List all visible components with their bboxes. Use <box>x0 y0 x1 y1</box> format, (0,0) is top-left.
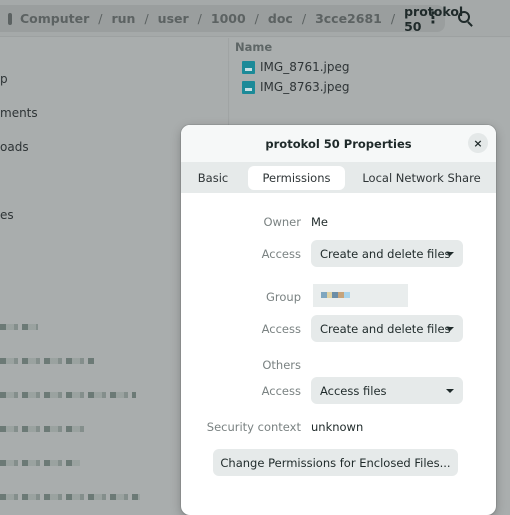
drive-icon <box>8 12 12 25</box>
crumb-user[interactable]: user <box>158 11 189 26</box>
file-name: IMG_8761.jpeg <box>260 60 350 74</box>
header-bar: Computer / run / user/ 1000/ doc/ 3cce2681… <box>0 0 510 37</box>
group-access-label: Access <box>261 322 301 336</box>
properties-dialog: protokol 50 Properties × Basic Permissio… <box>181 125 496 515</box>
dropdown-arrow-icon <box>446 252 454 256</box>
dropdown-arrow-icon <box>446 389 454 393</box>
tab-bar: Basic Permissions Local Network Share <box>181 162 496 193</box>
owner-access-label: Access <box>261 247 301 261</box>
owner-value: Me <box>311 215 328 229</box>
redacted-item[interactable] <box>0 324 38 330</box>
group-selector-redacted[interactable] <box>313 284 408 307</box>
dropdown-arrow-icon <box>446 327 454 331</box>
crumb-1000[interactable]: 1000 <box>211 11 246 26</box>
breadcrumb: Computer / run / user/ 1000/ doc/ 3cce2681… <box>0 4 463 34</box>
tab-local-network-share[interactable]: Local Network Share <box>356 166 487 190</box>
file-item[interactable]: IMG_8763.jpeg <box>242 80 350 94</box>
owner-access-value: Create and delete files <box>320 246 451 261</box>
dialog-header: protokol 50 Properties × <box>181 125 496 162</box>
others-label: Others <box>262 358 301 372</box>
sidebar-item[interactable]: oads <box>0 140 29 154</box>
owner-label: Owner <box>263 215 301 229</box>
group-label: Group <box>265 290 301 304</box>
security-context-value: unknown <box>311 420 364 434</box>
redacted-item[interactable] <box>0 392 136 398</box>
image-file-icon <box>242 80 255 94</box>
image-file-icon <box>242 60 255 74</box>
change-enclosed-permissions-button[interactable]: Change Permissions for Enclosed Files... <box>213 449 458 476</box>
group-access-dropdown[interactable]: Create and delete files <box>311 315 463 342</box>
file-name: IMG_8763.jpeg <box>260 80 350 94</box>
file-item[interactable]: IMG_8761.jpeg <box>242 60 350 74</box>
sidebar-item[interactable]: p <box>0 72 8 86</box>
others-access-dropdown[interactable]: Access files <box>311 377 463 404</box>
owner-access-dropdown[interactable]: Create and delete files <box>311 240 463 267</box>
dialog-title: protokol 50 Properties <box>265 136 412 151</box>
search-icon[interactable] <box>458 11 470 23</box>
crumb-computer[interactable]: Computer <box>20 11 89 26</box>
sidebar-item[interactable]: ments <box>0 106 38 120</box>
kebab-menu-icon[interactable]: ⋮ <box>425 9 441 27</box>
others-access-label: Access <box>261 384 301 398</box>
crumb-run[interactable]: run <box>111 11 135 26</box>
tab-basic[interactable]: Basic <box>189 166 237 190</box>
group-access-value: Create and delete files <box>320 321 451 336</box>
close-icon[interactable]: × <box>468 133 488 153</box>
redacted-item[interactable] <box>0 460 80 466</box>
redacted-item[interactable] <box>0 494 140 500</box>
security-context-label: Security context <box>206 420 301 434</box>
crumb-3cce2681[interactable]: 3cce2681 <box>315 11 382 26</box>
redacted-item[interactable] <box>0 358 94 364</box>
tab-permissions[interactable]: Permissions <box>248 166 345 190</box>
crumb-doc[interactable]: doc <box>268 11 293 26</box>
column-header-name[interactable]: Name <box>235 40 272 54</box>
redacted-item[interactable] <box>0 426 88 432</box>
sidebar-item[interactable]: es <box>0 208 14 222</box>
others-access-value: Access files <box>320 383 387 398</box>
